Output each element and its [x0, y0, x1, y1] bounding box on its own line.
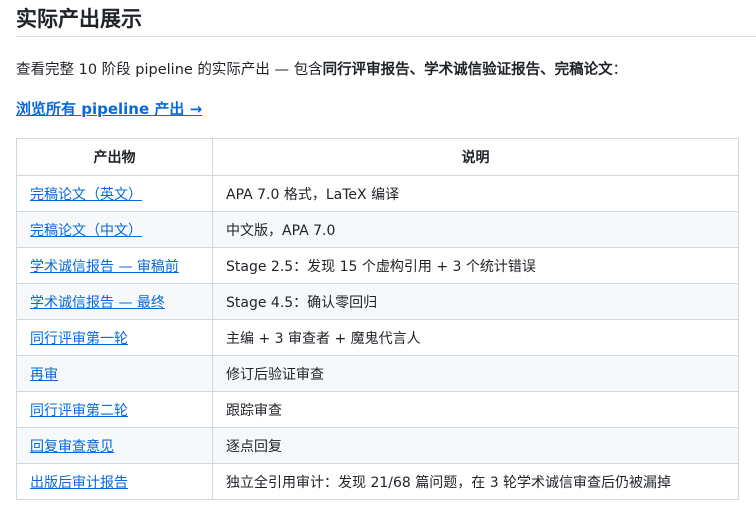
output-link[interactable]: 回复审查意见: [30, 439, 114, 455]
output-cell: 同行评审第一轮: [16, 319, 213, 356]
table-row: 同行评审第一轮 主编 + 3 审查者 + 魔鬼代言人: [16, 319, 739, 356]
description-cell: APA 7.0 格式，LaTeX 编译: [212, 175, 739, 212]
intro-suffix: ：: [612, 62, 628, 78]
description-cell: 主编 + 3 审查者 + 魔鬼代言人: [212, 319, 739, 356]
table-row: 出版后审计报告 独立全引用审计：发现 21/68 篇问题，在 3 轮学术诚信审查…: [16, 463, 739, 500]
browse-outputs-link[interactable]: 浏览所有 pipeline 产出 →: [16, 98, 202, 120]
description-cell: 逐点回复: [212, 427, 739, 464]
description-cell: Stage 4.5：确认零回归: [212, 283, 739, 320]
description-cell: Stage 2.5：发现 15 个虚构引用 + 3 个统计错误: [212, 247, 739, 284]
table-row: 同行评审第二轮 跟踪审查: [16, 391, 739, 428]
output-link[interactable]: 同行评审第二轮: [30, 403, 128, 419]
table-header-row: 产出物 说明: [16, 138, 739, 176]
table-row: 完稿论文（英文） APA 7.0 格式，LaTeX 编译: [16, 175, 739, 212]
page-content: 实际产出展示 查看完整 10 阶段 pipeline 的实际产出 — 包含同行评…: [16, 0, 756, 500]
output-link[interactable]: 同行评审第一轮: [30, 331, 128, 347]
description-cell: 中文版，APA 7.0: [212, 211, 739, 248]
output-cell: 出版后审计报告: [16, 463, 213, 500]
output-cell: 完稿论文（英文）: [16, 175, 213, 212]
output-cell: 学术诚信报告 — 最终: [16, 283, 213, 320]
description-cell: 独立全引用审计：发现 21/68 篇问题，在 3 轮学术诚信审查后仍被漏掉: [212, 463, 739, 500]
table-row: 回复审查意见 逐点回复: [16, 427, 739, 464]
output-cell: 再审: [16, 355, 213, 392]
description-cell: 修订后验证审查: [212, 355, 739, 392]
output-link[interactable]: 学术诚信报告 — 最终: [30, 295, 165, 311]
description-cell: 跟踪审查: [212, 391, 739, 428]
outputs-table: 产出物 说明 完稿论文（英文） APA 7.0 格式，LaTeX 编译 完稿论文…: [16, 138, 739, 500]
table-row: 完稿论文（中文） 中文版，APA 7.0: [16, 211, 739, 248]
intro-bold-text: 同行评审报告、学术诚信验证报告、完稿论文: [322, 62, 613, 78]
output-cell: 回复审查意见: [16, 427, 213, 464]
header-description: 说明: [212, 138, 739, 176]
output-cell: 同行评审第二轮: [16, 391, 213, 428]
intro-paragraph: 查看完整 10 阶段 pipeline 的实际产出 — 包含同行评审报告、学术诚…: [16, 60, 627, 80]
output-link[interactable]: 出版后审计报告: [30, 475, 128, 491]
output-link[interactable]: 完稿论文（中文）: [30, 223, 142, 239]
output-link[interactable]: 再审: [30, 367, 58, 383]
output-cell: 完稿论文（中文）: [16, 211, 213, 248]
table-row: 学术诚信报告 — 最终 Stage 4.5：确认零回归: [16, 283, 739, 320]
intro-text: 查看完整 10 阶段 pipeline 的实际产出 — 包含: [16, 62, 323, 78]
output-link[interactable]: 学术诚信报告 — 审稿前: [30, 259, 179, 275]
page-title: 实际产出展示: [16, 0, 756, 37]
header-output: 产出物: [16, 138, 213, 176]
table-row: 再审 修订后验证审查: [16, 355, 739, 392]
output-cell: 学术诚信报告 — 审稿前: [16, 247, 213, 284]
output-link[interactable]: 完稿论文（英文）: [30, 187, 142, 203]
table-row: 学术诚信报告 — 审稿前 Stage 2.5：发现 15 个虚构引用 + 3 个…: [16, 247, 739, 284]
